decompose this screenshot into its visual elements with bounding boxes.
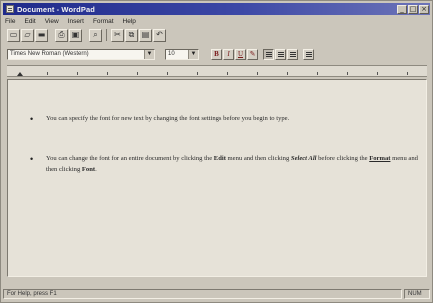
new-icon[interactable]: ▭ [7, 28, 20, 42]
format-term: Format [369, 155, 391, 162]
menu-edit[interactable]: Edit [24, 18, 35, 25]
window-title: Document - WordPad [17, 4, 95, 14]
menu-view[interactable]: View [45, 18, 59, 25]
menu-bar: File Edit View Insert Format Help [5, 17, 136, 26]
align-center-button[interactable] [275, 48, 286, 60]
maximize-button[interactable]: □ [408, 4, 418, 14]
status-bar: For Help, press F1 NUM [3, 288, 430, 300]
edit-term: Edit [213, 155, 226, 162]
align-left-button[interactable] [263, 48, 274, 60]
standard-toolbar: ▭ ▱ ▬ ⎙ ▣ ⌕ ✂ ⧉ ▤ ↶ [7, 28, 166, 42]
window-controls: _ □ × [397, 4, 429, 14]
list-item: • You can change the font for an entire … [30, 154, 418, 175]
find-icon[interactable]: ⌕ [89, 28, 102, 42]
format-bar: Times New Roman (Western) ▼ 10 ▼ B I U ✎ [7, 48, 427, 60]
menu-insert[interactable]: Insert [68, 18, 84, 25]
bullets-button[interactable] [303, 48, 314, 60]
open-icon[interactable]: ▱ [21, 28, 34, 42]
toolbar-divider [106, 29, 107, 41]
chevron-down-icon[interactable]: ▼ [144, 49, 154, 59]
menu-format[interactable]: Format [93, 18, 114, 25]
save-icon[interactable]: ▬ [35, 28, 48, 42]
chevron-down-icon[interactable]: ▼ [188, 49, 198, 59]
font-size-value: 10 [168, 50, 175, 57]
print-preview-icon[interactable]: ▣ [69, 28, 82, 42]
paragraph-2: You can change the font for an entire do… [46, 155, 418, 173]
minimize-button[interactable]: _ [397, 4, 407, 14]
bold-button[interactable]: B [211, 48, 222, 60]
status-help-text: For Help, press F1 [3, 289, 402, 299]
document-area[interactable]: • You can specify the font for new text … [7, 79, 427, 277]
paste-icon[interactable]: ▤ [139, 28, 152, 42]
list-item: • You can specify the font for new text … [30, 114, 418, 125]
font-term: Font [81, 165, 96, 173]
indent-marker[interactable] [17, 72, 23, 76]
select-all-term: Select All [290, 155, 317, 162]
wordpad-app-icon[interactable] [6, 5, 14, 13]
bullet-icon: • [30, 114, 34, 124]
copy-icon[interactable]: ⧉ [125, 28, 138, 42]
align-center-icon [277, 51, 284, 53]
print-icon[interactable]: ⎙ [55, 28, 68, 42]
close-button[interactable]: × [419, 4, 429, 14]
color-button[interactable]: ✎ [247, 48, 258, 60]
undo-icon[interactable]: ↶ [153, 28, 166, 42]
underline-button[interactable]: U [235, 48, 246, 60]
bullets-icon [305, 51, 312, 53]
cut-icon[interactable]: ✂ [111, 28, 124, 42]
paragraph-1: You can specify the font for new text by… [46, 115, 290, 122]
num-lock-indicator: NUM [404, 289, 430, 299]
font-name-value: Times New Roman (Western) [10, 50, 89, 57]
align-right-button[interactable] [287, 48, 298, 60]
title-bar[interactable]: Document - WordPad _ □ × [3, 3, 430, 15]
bullet-icon: • [30, 154, 34, 164]
font-name-select[interactable]: Times New Roman (Western) ▼ [7, 48, 155, 60]
align-left-icon [265, 51, 272, 53]
wordpad-window: Document - WordPad _ □ × File Edit View … [0, 0, 433, 303]
menu-file[interactable]: File [5, 18, 15, 25]
italic-button[interactable]: I [223, 48, 234, 60]
menu-help[interactable]: Help [123, 18, 136, 25]
align-right-icon [289, 51, 296, 53]
ruler[interactable] [7, 65, 427, 77]
font-size-select[interactable]: 10 ▼ [165, 48, 199, 60]
